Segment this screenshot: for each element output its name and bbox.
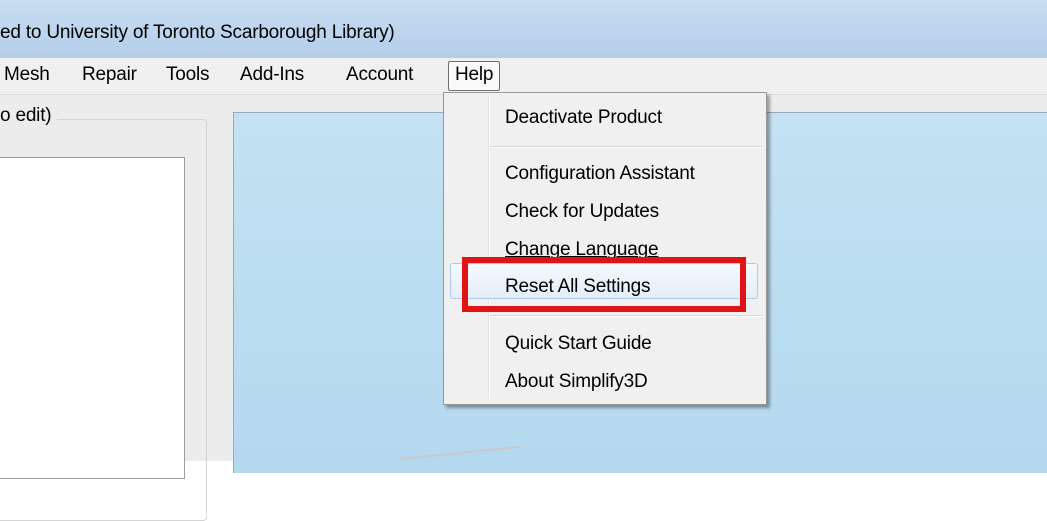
- menu-item-quick-start-guide[interactable]: Quick Start Guide: [505, 333, 652, 355]
- menu-item-check-for-updates[interactable]: Check for Updates: [505, 201, 659, 223]
- menu-repair[interactable]: Repair: [82, 61, 137, 89]
- menu-help[interactable]: Help: [448, 61, 501, 91]
- menu-gutter: [488, 96, 490, 399]
- left-panel-list[interactable]: [0, 157, 185, 479]
- menu-separator: [490, 315, 762, 317]
- menu-item-about-simplify3d[interactable]: About Simplify3D: [505, 371, 648, 393]
- menu-add-ins[interactable]: Add-Ins: [240, 61, 304, 89]
- menu-bar: Mesh Repair Tools Add-Ins Account Help: [0, 58, 1047, 95]
- window-title: ed to University of Toronto Scarborough …: [0, 22, 395, 43]
- help-dropdown-menu: Deactivate Product Configuration Assista…: [443, 92, 767, 405]
- menu-mesh[interactable]: Mesh: [4, 61, 50, 89]
- menu-separator: [490, 146, 762, 148]
- title-bar: ed to University of Toronto Scarborough …: [0, 0, 1047, 59]
- left-panel-label: o edit): [0, 105, 58, 127]
- menu-item-configuration-assistant[interactable]: Configuration Assistant: [505, 163, 695, 185]
- red-highlight-annotation: [462, 257, 746, 312]
- menu-item-deactivate-product[interactable]: Deactivate Product: [505, 107, 662, 129]
- menu-account[interactable]: Account: [346, 61, 413, 89]
- menu-tools[interactable]: Tools: [166, 61, 210, 89]
